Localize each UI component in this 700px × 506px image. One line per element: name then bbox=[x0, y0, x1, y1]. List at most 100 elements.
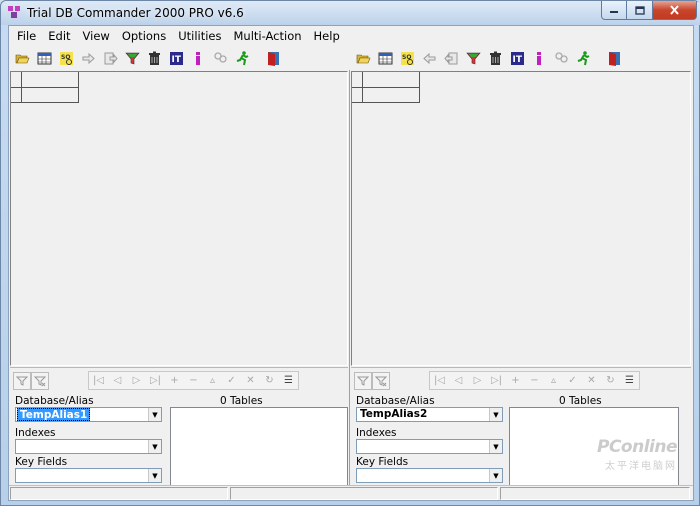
left-toolbar: SQ IT bbox=[9, 46, 349, 70]
clear-filter-button[interactable] bbox=[372, 372, 390, 390]
chevron-down-icon[interactable]: ▼ bbox=[148, 408, 161, 421]
menu-utilities[interactable]: Utilities bbox=[172, 27, 227, 45]
database-alias-value: TempAlias2 bbox=[360, 408, 428, 420]
refresh-button[interactable]: ↻ bbox=[601, 372, 620, 389]
info-icon bbox=[537, 51, 541, 65]
chevron-down-icon[interactable]: ▼ bbox=[148, 469, 161, 482]
arrow-right-icon bbox=[82, 52, 95, 64]
structure-button[interactable]: IT bbox=[167, 49, 186, 68]
import-button[interactable] bbox=[442, 49, 461, 68]
structure-button[interactable]: IT bbox=[508, 49, 527, 68]
filter-tools bbox=[354, 371, 390, 391]
first-record-button[interactable]: |◁ bbox=[89, 372, 108, 389]
chevron-down-icon[interactable]: ▼ bbox=[148, 440, 161, 453]
database-alias-select[interactable]: TempAlias2 ▼ bbox=[356, 407, 503, 422]
delete-record-button[interactable]: − bbox=[525, 372, 544, 389]
menu-file[interactable]: File bbox=[11, 27, 42, 45]
export-button[interactable] bbox=[101, 49, 120, 68]
open-button[interactable] bbox=[13, 49, 32, 68]
table-button[interactable] bbox=[376, 49, 395, 68]
copy-arrow-button[interactable] bbox=[79, 49, 98, 68]
set-filter-button[interactable] bbox=[354, 372, 372, 390]
first-record-button[interactable]: |◁ bbox=[430, 372, 449, 389]
indexes-label: Indexes bbox=[356, 427, 397, 439]
chevron-down-icon[interactable]: ▼ bbox=[489, 440, 502, 453]
refresh-button[interactable]: ↻ bbox=[260, 372, 279, 389]
edit-record-button[interactable]: ▵ bbox=[544, 372, 563, 389]
info-button[interactable] bbox=[530, 49, 549, 68]
maximize-icon bbox=[634, 5, 645, 15]
exit-button[interactable] bbox=[264, 49, 283, 68]
delete-button[interactable] bbox=[145, 49, 164, 68]
sql-query-icon: SQ bbox=[401, 51, 414, 65]
table-button[interactable] bbox=[35, 49, 54, 68]
close-icon bbox=[670, 5, 679, 15]
chevron-down-icon[interactable]: ▼ bbox=[489, 469, 502, 482]
database-alias-label: Database/Alias bbox=[15, 395, 94, 407]
cancel-record-button[interactable]: ✕ bbox=[582, 372, 601, 389]
filter-button[interactable] bbox=[464, 49, 483, 68]
funnel-icon bbox=[357, 376, 369, 386]
main-window: Trial DB Commander 2000 PRO v6.6 File Ed… bbox=[0, 0, 700, 506]
options-button[interactable]: ☰ bbox=[620, 372, 639, 389]
window-title: Trial DB Commander 2000 PRO v6.6 bbox=[27, 6, 244, 20]
menu-view[interactable]: View bbox=[77, 27, 116, 45]
tables-list[interactable] bbox=[170, 407, 348, 486]
last-record-button[interactable]: ▷| bbox=[487, 372, 506, 389]
search-icon bbox=[214, 51, 227, 63]
key-fields-select[interactable]: ▼ bbox=[356, 468, 503, 483]
maximize-button[interactable] bbox=[627, 1, 653, 20]
title-bar[interactable]: Trial DB Commander 2000 PRO v6.6 bbox=[1, 1, 700, 25]
menu-multi-action[interactable]: Multi-Action bbox=[228, 27, 308, 45]
prior-record-button[interactable]: ◁ bbox=[449, 372, 468, 389]
info-button[interactable] bbox=[189, 49, 208, 68]
key-fields-select[interactable]: ▼ bbox=[15, 468, 162, 483]
post-record-button[interactable]: ✓ bbox=[563, 372, 582, 389]
close-button[interactable] bbox=[653, 1, 697, 20]
tables-count: 0 Tables bbox=[220, 395, 263, 407]
open-button[interactable] bbox=[354, 49, 373, 68]
prior-record-button[interactable]: ◁ bbox=[108, 372, 127, 389]
menu-edit[interactable]: Edit bbox=[42, 27, 76, 45]
search-button[interactable] bbox=[552, 49, 571, 68]
search-button[interactable] bbox=[211, 49, 230, 68]
insert-record-button[interactable]: + bbox=[165, 372, 184, 389]
filter-button[interactable] bbox=[123, 49, 142, 68]
clear-filter-button[interactable] bbox=[31, 372, 49, 390]
pane-divider[interactable] bbox=[349, 70, 350, 500]
chevron-down-icon[interactable]: ▼ bbox=[489, 408, 502, 421]
set-filter-button[interactable] bbox=[13, 372, 31, 390]
edit-record-button[interactable]: ▵ bbox=[203, 372, 222, 389]
indexes-select[interactable]: ▼ bbox=[356, 439, 503, 454]
next-record-button[interactable]: ▷ bbox=[468, 372, 487, 389]
options-button[interactable]: ☰ bbox=[279, 372, 298, 389]
last-record-button[interactable]: ▷| bbox=[146, 372, 165, 389]
left-data-grid[interactable] bbox=[10, 71, 348, 366]
run-button[interactable] bbox=[574, 49, 593, 68]
database-alias-value: TempAlias1 bbox=[17, 408, 91, 421]
left-lower-panel: |◁ ◁ ▷ ▷| + − ▵ ✓ ✕ ↻ ☰ Database/Alias T… bbox=[10, 367, 348, 486]
insert-record-button[interactable]: + bbox=[506, 372, 525, 389]
indexes-select[interactable]: ▼ bbox=[15, 439, 162, 454]
menu-help[interactable]: Help bbox=[308, 27, 346, 45]
right-data-grid[interactable] bbox=[351, 71, 691, 366]
delete-button[interactable] bbox=[486, 49, 505, 68]
copy-arrow-button[interactable] bbox=[420, 49, 439, 68]
database-alias-select[interactable]: TempAlias1 ▼ bbox=[15, 407, 162, 422]
menu-options[interactable]: Options bbox=[116, 27, 172, 45]
minimize-button[interactable] bbox=[601, 1, 627, 20]
status-panel-3 bbox=[500, 487, 690, 500]
indexes-label: Indexes bbox=[15, 427, 56, 439]
sql-query-button[interactable]: SQ bbox=[57, 49, 76, 68]
filter-icon bbox=[466, 52, 481, 64]
sql-query-button[interactable]: SQ bbox=[398, 49, 417, 68]
run-button[interactable] bbox=[233, 49, 252, 68]
watermark-subtitle: 太平洋电脑网 bbox=[605, 461, 677, 472]
exit-door-icon bbox=[609, 51, 620, 66]
exit-button[interactable] bbox=[605, 49, 624, 68]
status-panel-1 bbox=[10, 487, 228, 500]
delete-record-button[interactable]: − bbox=[184, 372, 203, 389]
next-record-button[interactable]: ▷ bbox=[127, 372, 146, 389]
cancel-record-button[interactable]: ✕ bbox=[241, 372, 260, 389]
post-record-button[interactable]: ✓ bbox=[222, 372, 241, 389]
